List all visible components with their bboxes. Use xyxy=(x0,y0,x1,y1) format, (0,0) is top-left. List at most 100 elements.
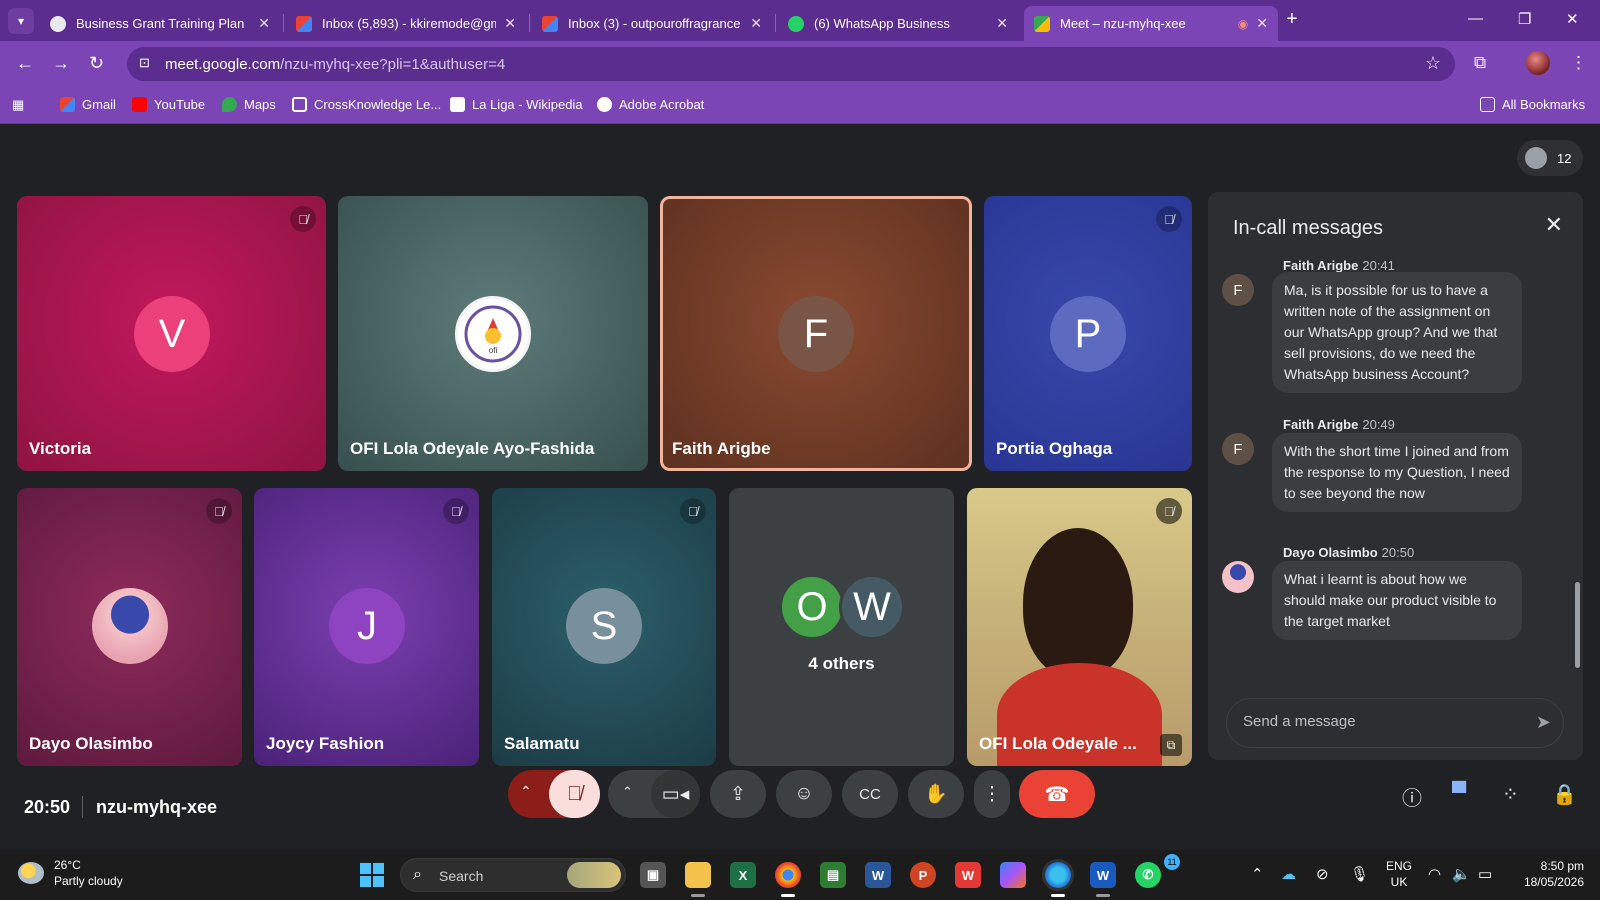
avatar: W xyxy=(839,574,905,640)
audio-options-icon[interactable]: ⌃ xyxy=(520,783,532,800)
more-options-icon[interactable]: ⋮ xyxy=(974,770,1010,818)
word-icon[interactable]: W xyxy=(865,862,891,888)
tab-inbox-outpour[interactable]: Inbox (3) - outpouroffragrance ✕ xyxy=(532,6,772,41)
bookmark-crossknowledge[interactable]: CrossKnowledge Le... xyxy=(292,97,441,112)
participant-count-chip[interactable]: 12 xyxy=(1517,140,1583,176)
leave-call-icon[interactable]: ☎ xyxy=(1019,770,1095,818)
site-info-icon[interactable]: ⊡ xyxy=(139,55,157,73)
whatsapp-icon[interactable]: ✆ xyxy=(1135,862,1161,888)
window-close-icon[interactable]: ✕ xyxy=(1566,10,1579,28)
extensions-icon[interactable]: ⧉ xyxy=(1474,53,1486,73)
reload-icon[interactable]: ↻ xyxy=(89,53,104,74)
meeting-clock: 20:50 xyxy=(24,797,71,817)
present-screen-icon[interactable]: ⇪ xyxy=(710,770,766,818)
word-document-icon[interactable]: W xyxy=(1090,862,1116,888)
emoji-reaction-icon[interactable]: ☺ xyxy=(776,770,832,818)
mic-off-icon: 🎙̸ xyxy=(680,498,706,524)
windows-start-icon[interactable] xyxy=(360,863,384,887)
close-tab-icon[interactable]: ✕ xyxy=(996,15,1008,32)
menu-dots-icon[interactable]: ⋮ xyxy=(1570,53,1587,73)
message-composer[interactable]: ➤ xyxy=(1226,698,1564,748)
participant-tile-victoria[interactable]: V 🎙̸ Victoria xyxy=(17,196,326,471)
chrome-icon[interactable] xyxy=(775,862,801,888)
meet-stage: 12 V 🎙̸ Victoria ofi OFI Lola Odeyale Ay… xyxy=(0,124,1600,850)
excel-sheet-icon[interactable]: ▤ xyxy=(820,862,846,888)
participant-name: Faith Arigbe xyxy=(672,439,771,458)
video-options-icon[interactable]: ⌃ xyxy=(622,784,633,800)
mic-off-icon: 🎙̸ xyxy=(290,206,316,232)
captions-icon[interactable]: CC xyxy=(842,770,898,818)
system-clock[interactable]: 8:50 pm 18/05/2026 xyxy=(1514,858,1584,890)
language-indicator[interactable]: ENG UK xyxy=(1386,858,1412,890)
chat-scrollbar[interactable] xyxy=(1575,582,1580,668)
bookmark-adobe-acrobat[interactable]: Adobe Acrobat xyxy=(597,97,704,112)
forward-icon[interactable]: → xyxy=(52,53,70,74)
participant-tile-others[interactable]: O W 4 others xyxy=(729,488,954,766)
taskbar-search[interactable]: ⌕ Search xyxy=(400,858,626,892)
mic-off-icon[interactable]: 🎙̸ xyxy=(549,770,600,818)
powerpoint-icon[interactable]: P xyxy=(910,862,936,888)
participant-name: Victoria xyxy=(29,439,92,458)
camera-icon[interactable]: ▭◂ xyxy=(651,770,700,818)
chat-icon[interactable]: ▀ xyxy=(1452,782,1466,805)
onedrive-icon[interactable]: ☁ xyxy=(1281,865,1296,883)
maps-icon xyxy=(222,97,237,112)
tab-whatsapp-business[interactable]: (6) WhatsApp Business ✕ xyxy=(778,6,1018,41)
participant-tile-dayo-olasimbo[interactable]: 🎙̸ Dayo Olasimbo xyxy=(17,488,242,766)
restore-icon[interactable]: ❐ xyxy=(1518,10,1531,28)
others-label: 4 others xyxy=(808,654,875,673)
new-tab-button[interactable]: + xyxy=(1286,8,1298,31)
bookmark-youtube[interactable]: YouTube xyxy=(132,97,205,112)
wifi-icon[interactable]: ◠ xyxy=(1428,865,1441,883)
excel-icon[interactable]: X xyxy=(730,862,756,888)
host-controls-icon[interactable]: 🔒 xyxy=(1552,782,1577,807)
participant-tile-joycy-fashion[interactable]: J 🎙̸ Joycy Fashion xyxy=(254,488,479,766)
bookmark-laliga[interactable]: La Liga - Wikipedia xyxy=(450,97,583,112)
battery-icon[interactable]: ▭ xyxy=(1478,865,1492,883)
participant-tile-faith-arigbe[interactable]: F Faith Arigbe xyxy=(660,196,972,471)
close-tab-icon[interactable]: ✕ xyxy=(258,15,270,32)
volume-muted-icon[interactable]: 🔈 xyxy=(1452,865,1471,883)
tab-meet[interactable]: Meet – nzu-myhq-xee ◉ ✕ xyxy=(1024,6,1278,41)
mic-off-icon: 🎙̸ xyxy=(443,498,469,524)
apps-grid-icon[interactable]: ▦ xyxy=(12,97,24,113)
picture-in-picture-icon[interactable]: ⧉ xyxy=(1160,734,1182,756)
tab-label: Meet – nzu-myhq-xee xyxy=(1060,16,1186,31)
participant-tile-ofi-lola[interactable]: ofi OFI Lola Odeyale Ayo-Fashida xyxy=(338,196,648,471)
tab-business-grant[interactable]: Business Grant Training Plan ✕ xyxy=(40,6,280,41)
task-view-icon[interactable]: ▣ xyxy=(640,862,666,888)
participant-name: Portia Oghaga xyxy=(996,439,1113,458)
show-hidden-icons[interactable]: ⌃ xyxy=(1251,865,1264,883)
send-icon[interactable]: ➤ xyxy=(1536,712,1551,733)
back-icon[interactable]: ← xyxy=(16,53,34,74)
tab-label: Inbox (5,893) - kkiremode@gm xyxy=(322,16,497,31)
close-panel-icon[interactable]: ✕ xyxy=(1545,212,1563,238)
edge-icon[interactable] xyxy=(1045,862,1071,888)
participant-tile-salamatu[interactable]: S 🎙̸ Salamatu xyxy=(492,488,716,766)
close-tab-icon[interactable]: ✕ xyxy=(750,15,762,32)
participant-name: Dayo Olasimbo xyxy=(29,734,153,753)
bookmark-star-icon[interactable]: ☆ xyxy=(1425,53,1441,74)
bookmark-gmail[interactable]: Gmail xyxy=(60,97,116,112)
address-bar[interactable]: ⊡ meet.google.com/nzu-myhq-xee?pli=1&aut… xyxy=(127,47,1455,81)
tab-inbox-kkiremode[interactable]: Inbox (5,893) - kkiremode@gm ✕ xyxy=(286,6,526,41)
wps-office-icon[interactable]: W xyxy=(955,862,981,888)
file-explorer-icon[interactable] xyxy=(685,862,711,888)
microphone-tray-icon[interactable]: 🎙 xyxy=(1350,865,1369,883)
participant-tile-portia-oghaga[interactable]: P 🎙̸ Portia Oghaga xyxy=(984,196,1192,471)
message-input[interactable] xyxy=(1243,713,1513,730)
activities-icon[interactable]: ⁘ xyxy=(1502,782,1519,807)
location-off-icon[interactable]: ⊘ xyxy=(1316,865,1329,883)
bookmark-maps[interactable]: Maps xyxy=(222,97,276,112)
minimize-icon[interactable]: — xyxy=(1468,10,1483,27)
meeting-info-icon[interactable]: ⓘ xyxy=(1402,782,1422,811)
all-bookmarks[interactable]: All Bookmarks xyxy=(1480,97,1585,112)
copilot-icon[interactable] xyxy=(1000,862,1026,888)
folder-icon xyxy=(1480,97,1495,112)
participant-tile-ofi-lola-video[interactable]: 🎙̸ OFI Lola Odeyale ... ⧉ xyxy=(967,488,1192,766)
close-tab-icon[interactable]: ✕ xyxy=(504,15,516,32)
tab-search-button[interactable]: ▾ xyxy=(8,8,34,34)
close-tab-icon[interactable]: ✕ xyxy=(1256,15,1268,32)
profile-avatar[interactable] xyxy=(1526,51,1550,75)
raise-hand-icon[interactable]: ✋ xyxy=(908,770,964,818)
